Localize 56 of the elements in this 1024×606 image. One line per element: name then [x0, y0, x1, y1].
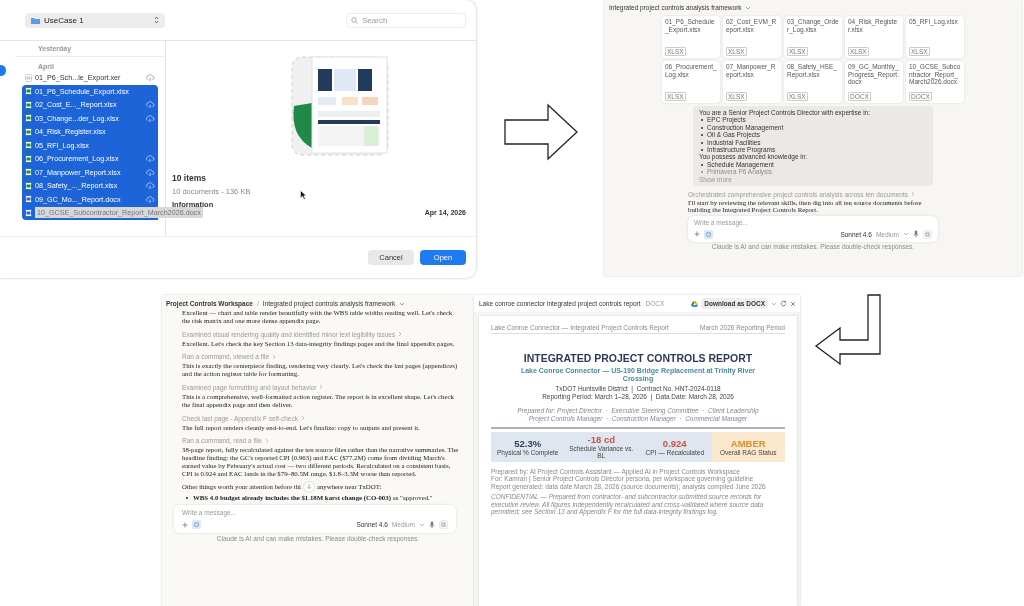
close-icon[interactable]: [790, 300, 796, 307]
microphone-icon[interactable]: [913, 230, 919, 239]
cursor-icon: [300, 190, 307, 200]
chevron-down-icon[interactable]: [399, 301, 406, 306]
cloud-download-icon[interactable]: [145, 168, 155, 176]
project-toggle-icon[interactable]: [192, 520, 201, 530]
file-icon: [25, 100, 32, 109]
kpi-value: 52.3%: [514, 437, 542, 449]
chevron-right-icon[interactable]: [911, 191, 916, 198]
file-icon: [25, 195, 32, 204]
sidebar-tab-icon[interactable]: [0, 65, 6, 76]
refresh-icon[interactable]: [780, 300, 787, 307]
location-select[interactable]: UseCase 1: [25, 12, 165, 28]
chevron-right-icon[interactable]: [264, 437, 269, 444]
kpi-value: -18 cd: [587, 434, 615, 445]
file-icon: [25, 127, 32, 136]
updown-chevron-icon: [154, 16, 159, 24]
file-icon: [25, 181, 32, 190]
arrow-down-icon: [306, 484, 311, 490]
chevron-right-icon[interactable]: [398, 331, 403, 338]
report-title: INTEGRATED PROJECT CONTROLS REPORT: [522, 352, 754, 364]
kpi-value: AMBER: [730, 437, 766, 449]
cloud-download-icon[interactable]: [145, 101, 155, 109]
kpi-value: 0.924: [662, 437, 687, 449]
cloud-download-icon[interactable]: [145, 155, 155, 163]
bent-arrow-icon: [813, 294, 883, 366]
project-toggle-icon[interactable]: [704, 229, 713, 239]
plus-icon[interactable]: [182, 521, 188, 528]
file-icon: [25, 87, 32, 96]
right-arrow-icon: [503, 102, 579, 162]
file-icon: [25, 114, 32, 123]
scroll-down-button[interactable]: [303, 481, 314, 492]
cloud-download-icon[interactable]: [145, 182, 155, 190]
file-icon: [25, 208, 32, 217]
chevron-down-icon[interactable]: [419, 522, 425, 527]
chevron-down-icon[interactable]: [771, 301, 777, 306]
search-icon: [351, 16, 358, 24]
item-count: 10 items: [172, 173, 207, 183]
cloud-download-icon[interactable]: [145, 114, 155, 122]
file-icon: [25, 141, 32, 150]
voice-mode-icon[interactable]: [439, 520, 448, 530]
chevron-down-icon[interactable]: [744, 5, 751, 10]
chevron-right-icon[interactable]: [301, 415, 305, 422]
cloud-download-icon[interactable]: [145, 74, 155, 82]
chevron-right-icon[interactable]: [272, 353, 277, 360]
file-icon: [25, 73, 32, 82]
chevron-right-icon[interactable]: [319, 384, 324, 391]
folder-icon: [31, 16, 40, 24]
file-icon: [25, 154, 32, 163]
plus-icon[interactable]: [694, 231, 700, 238]
chevron-down-icon[interactable]: [903, 232, 909, 237]
microphone-icon[interactable]: [429, 520, 435, 529]
drive-icon[interactable]: [691, 300, 699, 307]
cloud-download-icon[interactable]: [145, 195, 155, 203]
voice-mode-icon[interactable]: [923, 229, 932, 239]
file-icon: [25, 168, 32, 177]
